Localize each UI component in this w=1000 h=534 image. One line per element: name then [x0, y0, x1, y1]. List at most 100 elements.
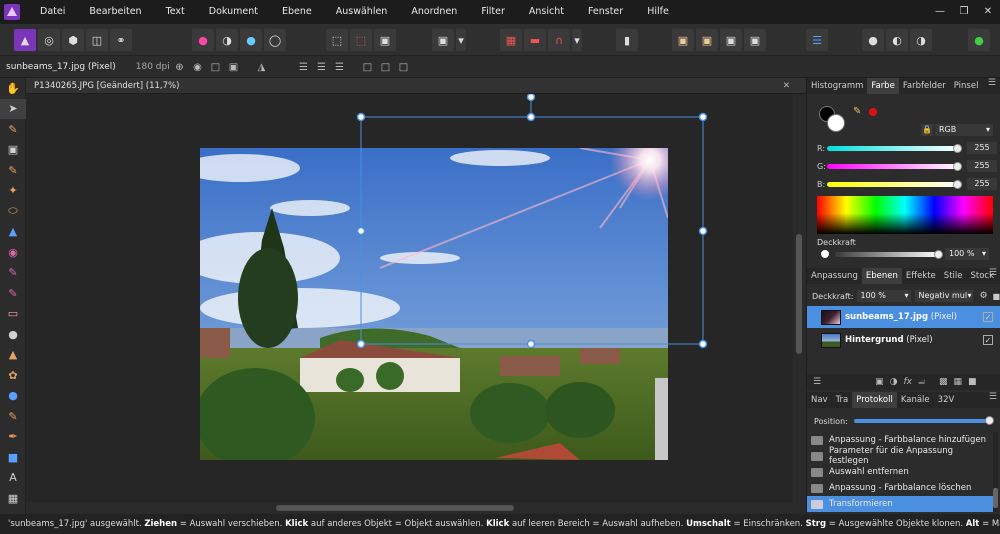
- smudge-brush-icon[interactable]: ✎: [0, 406, 26, 427]
- spectrum-picker[interactable]: [817, 196, 993, 234]
- layer-row-hintergrund[interactable]: Hintergrund (Pixel) ✓: [807, 329, 1000, 351]
- tab-histogramm[interactable]: Histogramm: [807, 78, 867, 94]
- layer-opacity-select[interactable]: 100 % ▾: [857, 290, 912, 302]
- snapping-guides-icon[interactable]: ▬: [524, 29, 546, 51]
- fill-tool-icon[interactable]: ▲: [0, 222, 26, 243]
- arrange-front-icon[interactable]: ▣: [672, 29, 694, 51]
- minimize-icon[interactable]: —: [928, 0, 952, 24]
- history-position-slider[interactable]: [853, 416, 994, 425]
- history-item-selected[interactable]: Transformieren: [807, 496, 995, 512]
- tab-protokoll[interactable]: Protokoll: [852, 392, 897, 408]
- pen-tool-icon[interactable]: ✒: [0, 427, 26, 448]
- horizontal-scrollbar[interactable]: [26, 502, 806, 514]
- history-item[interactable]: Anpassung - Farbbalance löschen: [807, 480, 995, 496]
- paint-brush-icon[interactable]: ✎: [0, 263, 26, 284]
- menu-hilfe[interactable]: Hilfe: [635, 0, 681, 24]
- photo-persona-icon[interactable]: ▲: [14, 29, 36, 51]
- quick-mask-icon[interactable]: ▣: [432, 29, 454, 51]
- tab-tra[interactable]: Tra: [832, 392, 853, 408]
- lock-layer-icon[interactable]: ■: [993, 292, 1000, 301]
- contrast-icon[interactable]: ◑: [216, 29, 238, 51]
- tab-32v[interactable]: 32V: [934, 392, 959, 408]
- eyedropper-icon[interactable]: ✎: [853, 106, 861, 117]
- align-icon[interactable]: ☰: [806, 29, 828, 51]
- tone-mapping-persona-icon[interactable]: ◫: [86, 29, 108, 51]
- tab-effekte[interactable]: Effekte: [902, 268, 940, 284]
- live-filter-icon[interactable]: ⧡: [918, 377, 925, 387]
- color-wheel-icon[interactable]: ●: [192, 29, 214, 51]
- boolean-add-icon[interactable]: ●: [862, 29, 884, 51]
- gear-icon[interactable]: ⚙: [979, 291, 987, 301]
- blemish-tool-icon[interactable]: ✿: [0, 365, 26, 386]
- clone-brush-icon[interactable]: ▲: [0, 345, 26, 366]
- rectangle-tool-icon[interactable]: ■: [0, 447, 26, 468]
- tab-ebenen[interactable]: Ebenen: [861, 268, 902, 284]
- export-persona-icon[interactable]: ⚭: [110, 29, 132, 51]
- tab-pinsel[interactable]: Pinsel: [950, 78, 983, 94]
- arrange-back-icon[interactable]: ▣: [720, 29, 742, 51]
- delete-layer-icon[interactable]: ■: [968, 377, 977, 387]
- color-picker-tool-icon[interactable]: ✎: [0, 119, 26, 140]
- snapping-grid-icon[interactable]: ▦: [500, 29, 522, 51]
- fx-icon[interactable]: fx: [903, 377, 912, 387]
- restore-icon[interactable]: ❐: [952, 0, 976, 24]
- opacity-value[interactable]: 100 % ▾: [945, 248, 989, 260]
- panel-menu-icon[interactable]: ☰: [989, 392, 997, 402]
- color-mode-select[interactable]: RGB ▾: [935, 124, 993, 136]
- align-bottom-icon[interactable]: □: [396, 60, 411, 75]
- liquify-persona-icon[interactable]: ◎: [38, 29, 60, 51]
- align-middle-icon[interactable]: □: [378, 60, 393, 75]
- boolean-intersect-icon[interactable]: ◑: [910, 29, 932, 51]
- document-tab[interactable]: P1340265.JPG [Geändert] (11,7%) ✕: [26, 78, 806, 94]
- history-item[interactable]: Parameter für die Anpassung festlegen: [807, 446, 995, 466]
- layer-visibility-checkbox[interactable]: ✓: [983, 312, 993, 322]
- deselect-icon[interactable]: ⬚: [350, 29, 372, 51]
- close-icon[interactable]: ✕: [976, 0, 1000, 24]
- reset-transform-icon[interactable]: ◮: [254, 60, 269, 75]
- tab-anpassung[interactable]: Anpassung: [807, 268, 862, 284]
- white-balance-icon[interactable]: ◯: [264, 29, 286, 51]
- text-tool-icon[interactable]: A: [0, 468, 26, 489]
- tab-farbfelder[interactable]: Farbfelder: [899, 78, 950, 94]
- align-left-icon[interactable]: ☰: [296, 60, 311, 75]
- move-tool-icon[interactable]: ➤: [0, 98, 26, 119]
- menu-ansicht[interactable]: Ansicht: [517, 0, 576, 24]
- g-value[interactable]: 255: [967, 160, 997, 172]
- mesh-warp-tool-icon[interactable]: ▦: [0, 488, 26, 509]
- boolean-subtract-icon[interactable]: ◐: [886, 29, 908, 51]
- add-layer-icon[interactable]: ▦: [954, 377, 963, 387]
- align-top-icon[interactable]: □: [360, 60, 375, 75]
- menu-ebene[interactable]: Ebene: [270, 0, 324, 24]
- user-account-icon[interactable]: ●: [968, 29, 990, 51]
- crop-mode-icon[interactable]: ▣: [226, 60, 241, 75]
- menu-dokument[interactable]: Dokument: [197, 0, 270, 24]
- tab-kanaele[interactable]: Kanäle: [897, 392, 934, 408]
- group-layer-icon[interactable]: ▩: [939, 377, 948, 387]
- layer-visibility-checkbox[interactable]: ✓: [983, 335, 993, 345]
- arrange-forward-icon[interactable]: ▣: [696, 29, 718, 51]
- menu-anordnen[interactable]: Anordnen: [399, 0, 469, 24]
- menu-filter[interactable]: Filter: [469, 0, 517, 24]
- canvas-area[interactable]: [26, 94, 793, 502]
- g-slider[interactable]: [827, 161, 962, 171]
- blend-mode-select[interactable]: Negativ mult ▾: [915, 290, 974, 302]
- marquee-tool-icon[interactable]: ⬭: [0, 201, 26, 222]
- gradient-tool-icon[interactable]: ◉: [0, 242, 26, 263]
- stroke-swatch[interactable]: [827, 114, 845, 132]
- align-right-icon[interactable]: ☰: [332, 60, 347, 75]
- marquee-select-icon[interactable]: ⬚: [326, 29, 348, 51]
- blur-brush-icon[interactable]: ●: [0, 386, 26, 407]
- invert-selection-icon[interactable]: ▣: [374, 29, 396, 51]
- selection-brush-icon[interactable]: ✎: [0, 160, 26, 181]
- history-item[interactable]: Auswahl entfernen: [807, 464, 995, 480]
- hand-tool-icon[interactable]: ✋: [0, 78, 26, 99]
- r-value[interactable]: 255: [967, 142, 997, 154]
- panel-menu-icon[interactable]: ☰: [989, 268, 997, 278]
- lock-icon[interactable]: 🔒: [921, 124, 933, 136]
- crop-tool-icon[interactable]: ▣: [0, 140, 26, 161]
- canvas-photo[interactable]: [200, 148, 668, 460]
- vertical-scrollbar[interactable]: [793, 94, 806, 502]
- menu-text[interactable]: Text: [154, 0, 197, 24]
- b-value[interactable]: 255: [967, 178, 997, 190]
- erase-brush-icon[interactable]: ▭: [0, 304, 26, 325]
